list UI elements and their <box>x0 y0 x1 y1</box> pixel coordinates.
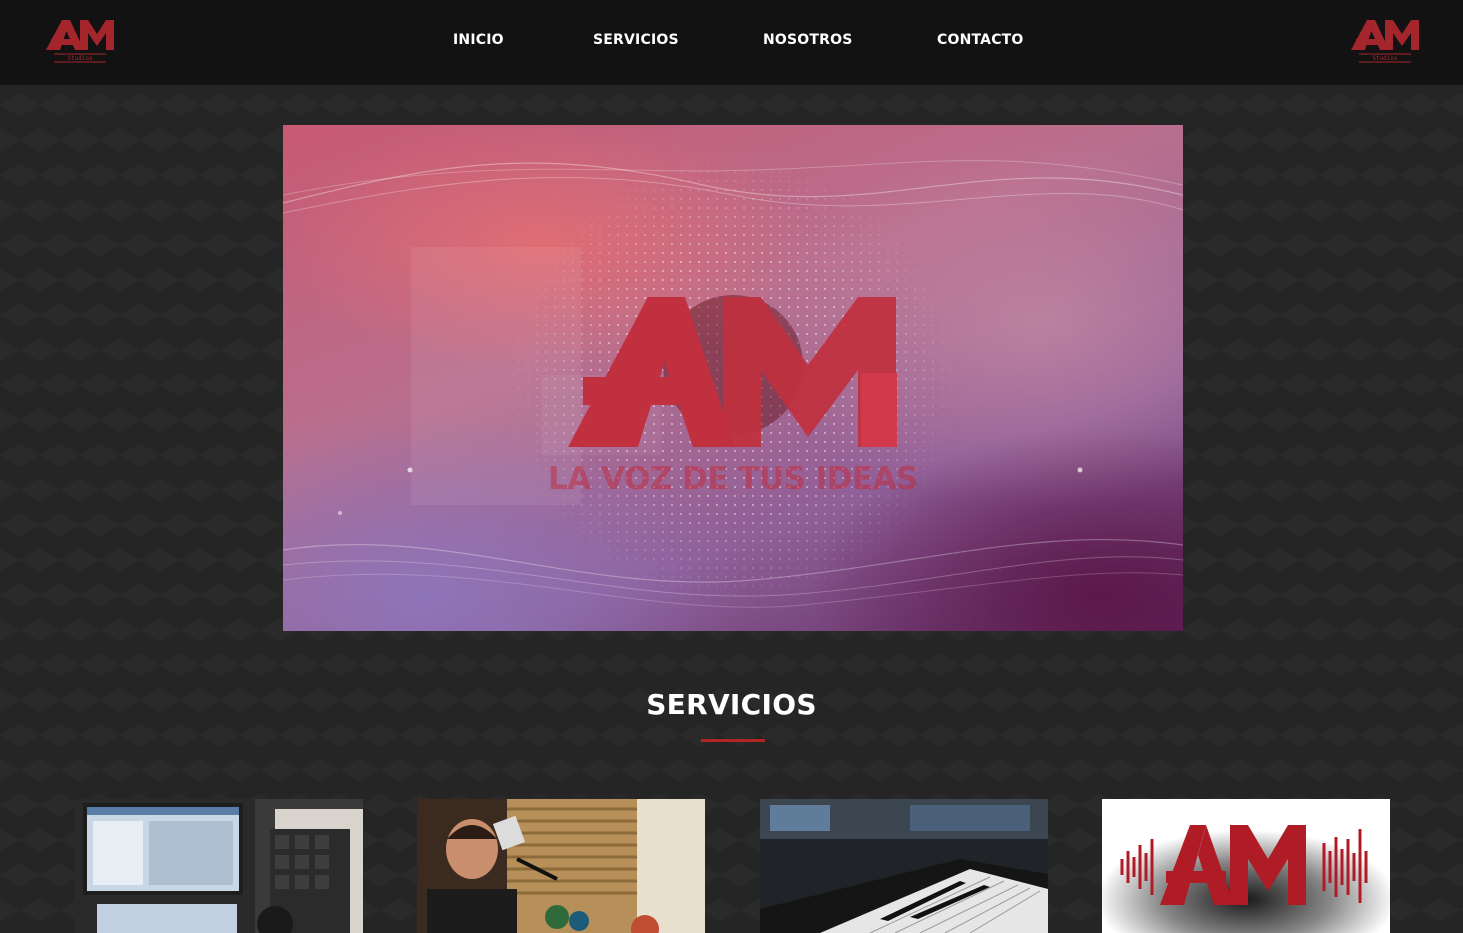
service-card-branding[interactable] <box>1102 799 1390 933</box>
service-card-production[interactable] <box>760 799 1048 933</box>
nav-link-nosotros[interactable]: NOSOTROS <box>763 32 853 48</box>
hero-graphic <box>283 148 1183 612</box>
title-underline <box>701 739 765 742</box>
brand-logo-right[interactable]: Studios <box>1349 16 1421 64</box>
am-soundwave-logo <box>1102 799 1390 933</box>
logo-subtext: Studios <box>1372 55 1398 62</box>
recording-booth-photo <box>75 799 363 933</box>
nav-link-contacto[interactable]: CONTACTO <box>937 32 1024 48</box>
am-logo-icon: Studios <box>1351 20 1419 63</box>
service-card-voice[interactable] <box>417 799 705 933</box>
navbar: Studios INICIO SERVICIOS NOSOTROS CONTAC… <box>0 0 1463 85</box>
services-title: SERVICIOS <box>646 688 817 721</box>
keyboard-photo <box>760 799 1048 933</box>
voice-artist-photo <box>417 799 705 933</box>
hero-tagline: LA VOZ DE TUS IDEAS <box>547 461 919 497</box>
nav-link-inicio[interactable]: INICIO <box>453 32 504 48</box>
service-card-recording[interactable] <box>75 799 363 933</box>
nav-link-servicios[interactable]: SERVICIOS <box>593 32 679 48</box>
main-nav: INICIO SERVICIOS NOSOTROS CONTACTO <box>0 0 1463 85</box>
hero-video[interactable]: LA VOZ DE TUS IDEAS <box>283 125 1183 631</box>
